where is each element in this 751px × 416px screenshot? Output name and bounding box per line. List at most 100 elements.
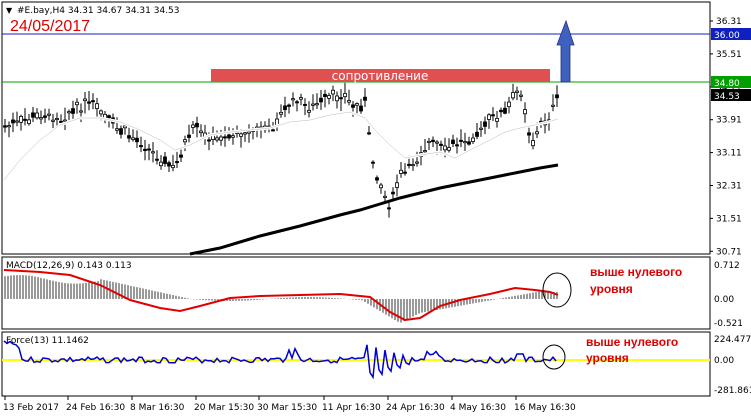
time-axis-label: 11 Apr 16:30 [322,403,381,413]
candle-body [135,137,139,143]
candle-body [95,103,99,109]
candle-body [315,103,319,106]
candle-body [247,131,251,134]
candle-body [7,125,11,128]
macd-annotation-line1: выше нулевого [590,265,682,279]
candle-body [55,118,59,121]
time-axis-label: 20 Mar 15:30 [194,403,254,413]
candle-body [459,139,463,142]
candle-body [535,131,539,135]
candle-body [151,151,155,154]
main-price-panel[interactable] [1,1,711,255]
price-axis-label: 36.31 [716,17,742,27]
macd-annotation-line2: уровня [590,282,633,296]
candle-body [179,154,183,158]
trading-chart[interactable]: 36.3135.5134.7133.9133.1132.3131.5130.71… [0,0,751,416]
time-axis-label: 16 May 16:30 [514,403,576,413]
candle-body [83,98,87,102]
candle-body [423,150,427,153]
price-axis-label: 33.11 [716,149,742,159]
candle-body [375,177,379,181]
candle-body [231,135,235,138]
candle-body [295,101,299,104]
candle-body [415,161,419,164]
candle-body [163,156,167,164]
candle-body [467,141,471,145]
candle-body [523,109,527,115]
resistance-price-tag: 34.80 [714,79,740,89]
candle-body [291,98,295,101]
force-annotation-line2: уровня [586,351,629,365]
macd-title: MACD(12,26,9) 0.143 0.113 [6,261,132,271]
candle-body [443,145,447,151]
candle-body [155,158,159,161]
candle-body [487,114,491,120]
candle-body [519,94,523,97]
menu-arrow-icon[interactable]: ▼ [6,6,13,15]
candle-body [139,145,143,148]
candle-body [279,111,283,115]
candle-body [379,184,383,189]
time-axis-label: 13 Feb 2017 [3,403,59,413]
candle-body [143,148,147,152]
candle-body [447,147,451,151]
candle-body [187,134,191,138]
candle-body [495,118,499,122]
candle-body [3,125,7,128]
candle-body [31,112,35,118]
candle-body [23,118,27,121]
candle-body [11,119,15,124]
candle-body [71,108,75,114]
price-axis-label: 30.71 [716,247,742,257]
candle-body [551,104,555,107]
candle-body [215,137,219,141]
candle-body [431,139,435,143]
force-axis-top: 224.4777 [714,335,751,345]
price-axis-label: 32.31 [716,182,742,192]
candle-body [503,107,507,114]
candle-body [63,119,67,122]
candle-body [207,139,211,142]
candle-body [75,101,79,106]
force-title: Force(13) 11.1462 [6,336,89,346]
candle-body [219,136,223,141]
price-axis-label: 33.91 [716,116,742,126]
candle-body [395,182,399,188]
candle-body [407,163,411,166]
candle-body [511,92,515,99]
candle-body [335,95,339,102]
candle-body [311,103,315,106]
candle-body [555,94,559,99]
candle-body [323,93,327,98]
candle-body [483,121,487,127]
price-axis-label: 31.51 [716,214,742,224]
candle-body [271,129,275,132]
candle-body [67,111,71,114]
candle-body [47,113,51,116]
candle-body [15,120,19,123]
candle-body [391,191,395,195]
candle-body [119,128,123,135]
force-axis-bottom: -281.861 [714,386,751,396]
macd-axis-bottom: -0.521 [714,319,743,329]
candle-body [439,143,443,146]
candle-body [347,100,351,103]
candle-body [79,110,83,113]
candle-body [451,139,455,145]
candle-body [87,101,91,104]
macd-axis-zero: 0.00 [714,295,734,305]
candle-body [123,125,127,129]
candle-body [455,144,459,147]
candle-body [167,162,171,167]
time-axis-label: 24 Apr 16:30 [386,403,445,413]
candle-body [299,97,303,100]
candle-body [371,161,375,164]
candle-body [195,122,199,128]
candle-body [491,114,495,117]
candle-body [223,136,227,139]
candle-body [159,161,163,167]
candle-body [359,105,363,112]
candle-body [331,89,335,95]
candle-body [355,103,359,106]
candle-body [475,131,479,137]
